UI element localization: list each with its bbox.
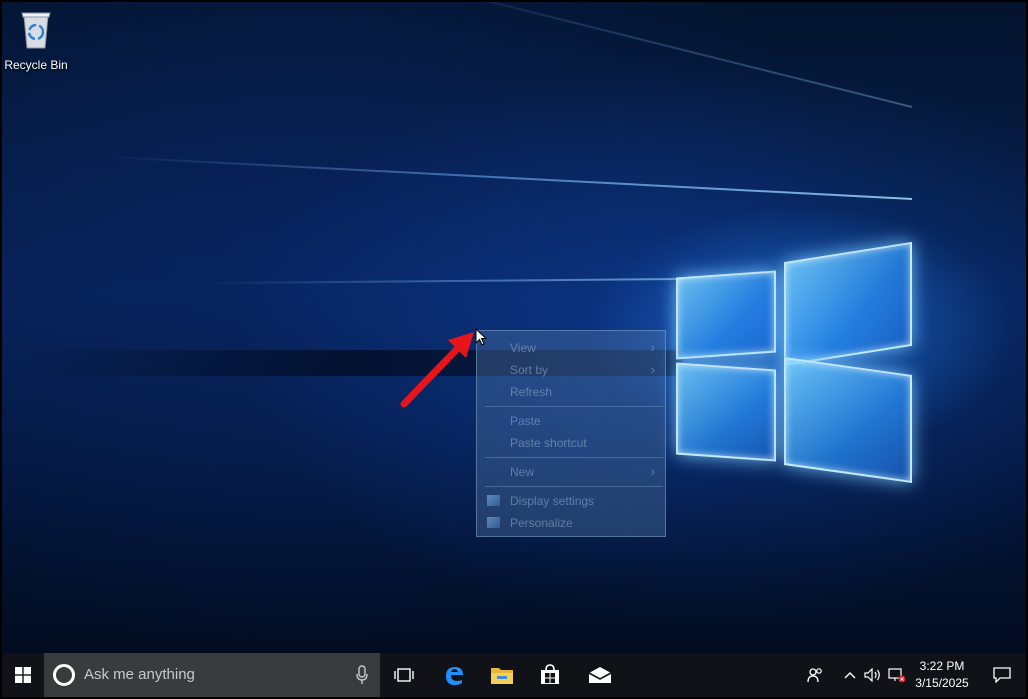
menu-item-label: Paste shortcut	[510, 436, 587, 450]
windows-logo-icon	[15, 667, 31, 683]
light-beam	[378, 2, 913, 108]
menu-item-refresh[interactable]: Refresh	[477, 381, 665, 403]
taskbar-clock[interactable]: 3:22 PM 3/15/2025	[902, 653, 982, 697]
menu-item-label: View	[510, 341, 536, 355]
taskbar: Ask me anything 3:22 PM 3/15/2025	[2, 653, 1026, 697]
menu-item-view[interactable]: View ›	[477, 337, 665, 359]
start-button[interactable]	[2, 653, 44, 697]
edge-button[interactable]	[430, 653, 478, 697]
clock-time: 3:22 PM	[919, 659, 965, 673]
menu-item-label: Paste	[510, 414, 541, 428]
file-explorer-button[interactable]	[478, 653, 526, 697]
menu-item-personalize[interactable]: Personalize	[477, 512, 665, 534]
logo-pane-bottom-left	[676, 362, 776, 462]
recycle-bin-icon	[21, 12, 51, 49]
menu-item-label: Display settings	[510, 494, 595, 508]
store-icon	[541, 664, 559, 684]
desktop[interactable]: Recycle Bin	[2, 2, 1026, 653]
action-center-button[interactable]	[980, 653, 1024, 697]
desktop-icon-recycle-bin[interactable]: Recycle Bin	[2, 6, 70, 72]
search-placeholder: Ask me anything	[84, 666, 195, 683]
notification-icon	[993, 667, 1011, 683]
menu-item-label: Personalize	[510, 516, 573, 530]
menu-separator	[485, 457, 663, 458]
microphone-icon[interactable]	[356, 665, 368, 685]
light-beam	[103, 155, 913, 200]
menu-item-label: Refresh	[510, 385, 553, 399]
chevron-up-icon	[844, 672, 856, 679]
desktop-context-menu: View › Sort by › Refresh Paste Paste sho…	[476, 330, 666, 537]
menu-item-label: New	[510, 465, 535, 479]
light-beam	[202, 278, 683, 285]
store-button[interactable]	[526, 653, 574, 697]
mail-button[interactable]	[576, 653, 624, 697]
red-annotation-arrow-icon	[400, 332, 474, 408]
cortana-search-box[interactable]: Ask me anything	[44, 653, 380, 697]
people-button[interactable]	[802, 653, 828, 697]
submenu-arrow-icon: ›	[650, 340, 655, 355]
logo-pane-top-right	[784, 241, 912, 367]
edge-icon	[446, 667, 463, 685]
mouse-cursor-icon	[475, 328, 487, 346]
cortana-icon	[53, 664, 75, 686]
menu-item-sort-by[interactable]: Sort by ›	[477, 359, 665, 381]
clock-date: 3/15/2025	[915, 676, 969, 690]
file-explorer-icon	[491, 668, 513, 684]
personalize-icon	[487, 517, 500, 528]
menu-item-paste[interactable]: Paste	[477, 410, 665, 432]
volume-button[interactable]	[862, 653, 884, 697]
task-view-icon	[394, 668, 414, 682]
submenu-arrow-icon: ›	[650, 362, 655, 377]
menu-separator	[485, 406, 663, 407]
menu-item-new[interactable]: New ›	[477, 461, 665, 483]
menu-item-display-settings[interactable]: Display settings	[477, 490, 665, 512]
recycle-bin-label: Recycle Bin	[4, 58, 68, 72]
logo-pane-top-left	[676, 270, 776, 360]
mail-icon	[588, 667, 612, 683]
menu-item-label: Sort by	[510, 363, 549, 377]
task-view-button[interactable]	[380, 653, 428, 697]
menu-item-paste-shortcut[interactable]: Paste shortcut	[477, 432, 665, 454]
menu-separator	[485, 486, 663, 487]
people-icon	[807, 668, 822, 683]
submenu-arrow-icon: ›	[650, 464, 655, 479]
display-icon	[487, 495, 500, 506]
show-hidden-icons-button[interactable]	[840, 653, 860, 697]
logo-pane-bottom-right	[784, 357, 912, 483]
volume-icon	[864, 668, 880, 682]
